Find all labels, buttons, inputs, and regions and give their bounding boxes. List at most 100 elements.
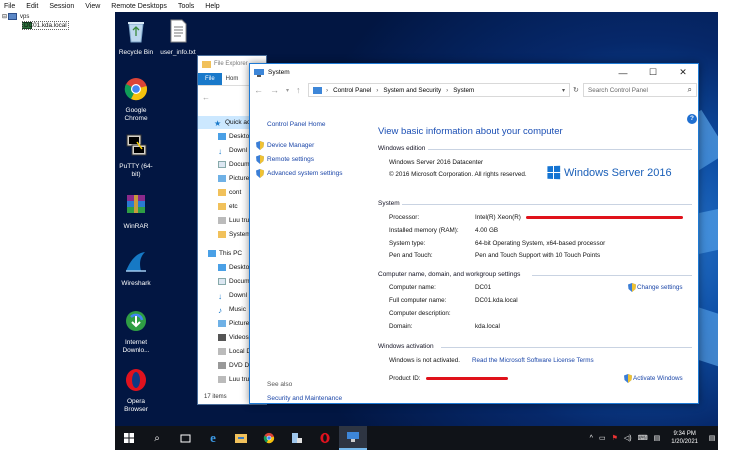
ie-icon: e xyxy=(210,430,216,445)
explorer-status: 17 items xyxy=(204,394,227,400)
search-placeholder: Search Control Panel xyxy=(588,86,648,94)
tree-group-vps[interactable]: ⊟ vps xyxy=(2,13,29,20)
address-dropdown-icon[interactable]: ▾ xyxy=(562,87,565,94)
explorer-tab-home[interactable]: Hom xyxy=(222,73,243,85)
taskbar-task-view[interactable] xyxy=(171,426,199,450)
computer-name-label: Computer name: xyxy=(389,284,436,291)
desktop-icon-winrar[interactable]: WinRAR xyxy=(115,192,157,231)
clock-date: 1/20/2021 xyxy=(671,439,698,445)
chevron-up-icon[interactable]: ^ xyxy=(590,435,593,442)
opera-icon xyxy=(320,432,330,444)
menu-help[interactable]: Help xyxy=(205,3,219,10)
system-window[interactable]: System — ☐ ✕ ← → ▾ ↑ › Control Panel › S… xyxy=(249,63,699,404)
videos-icon xyxy=(218,334,226,341)
breadcrumb-chevron-icon: › xyxy=(376,86,379,94)
up-arrow-icon[interactable]: ↑ xyxy=(296,85,301,95)
address-bar[interactable]: › Control Panel › System and Security › … xyxy=(308,83,570,97)
advanced-system-settings-link[interactable]: Advanced system settings xyxy=(267,170,343,177)
volume-icon[interactable]: ◁) xyxy=(624,434,632,442)
menu-edit[interactable]: Edit xyxy=(26,3,38,10)
download-icon: ↓ xyxy=(218,292,222,301)
flag-alert-icon[interactable]: ⚑ xyxy=(612,434,618,442)
section-divider xyxy=(441,347,692,348)
system-type-value: 64-bit Operating System, x64-based proce… xyxy=(475,240,606,247)
redaction-mark xyxy=(426,377,508,380)
desktop-icon-label: Google Chrome xyxy=(124,107,148,122)
taskbar-file-explorer[interactable] xyxy=(227,426,255,450)
taskbar-clock[interactable]: 9:34 PM 1/20/2021 xyxy=(671,430,698,446)
taskbar-system-window[interactable] xyxy=(339,426,367,450)
windows-logo-icon xyxy=(547,165,561,180)
menu-view[interactable]: View xyxy=(85,3,100,10)
search-input[interactable]: Search Control Panel ⌕ xyxy=(583,83,697,97)
rdm-status-strip xyxy=(0,450,730,466)
back-arrow-icon[interactable]: ← xyxy=(202,93,210,102)
control-panel-icon xyxy=(347,432,359,442)
system-title: System xyxy=(268,69,290,76)
taskbar-ie[interactable]: e xyxy=(199,426,227,450)
menu-tools[interactable]: Tools xyxy=(178,3,194,10)
change-settings-link[interactable]: Change settings xyxy=(637,284,683,291)
refresh-icon[interactable]: ↻ xyxy=(573,83,583,97)
domain-value: kda.local xyxy=(475,323,500,330)
collapse-icon[interactable]: ⊟ xyxy=(2,13,7,20)
desktop-icon-putty[interactable]: PuTTY (64-bit) xyxy=(115,132,157,179)
file-explorer-icon xyxy=(235,434,247,443)
device-manager-link[interactable]: Device Manager xyxy=(267,142,314,149)
notification-button[interactable]: ▤ xyxy=(706,426,718,450)
desktop-icon-opera[interactable]: Opera Browser xyxy=(115,367,157,414)
network-icon[interactable]: ▭ xyxy=(599,434,606,442)
taskbar-server-manager[interactable] xyxy=(283,426,311,450)
close-button[interactable]: ✕ xyxy=(668,64,698,81)
menu-session[interactable]: Session xyxy=(49,3,74,10)
tree-server-label: DC01.kda.local xyxy=(22,21,69,30)
desktop-icon-idm[interactable]: Internet Downlo... xyxy=(115,308,157,355)
security-maintenance-link[interactable]: Security and Maintenance xyxy=(267,395,342,402)
full-name-value: DC01.kda.local xyxy=(475,297,518,304)
keyboard-icon[interactable]: ⌨ xyxy=(638,434,648,442)
edition-copyright: © 2016 Microsoft Corporation. All rights… xyxy=(389,171,527,178)
explorer-tab-file[interactable]: File xyxy=(198,73,222,85)
folder-icon xyxy=(218,189,226,196)
taskbar-opera[interactable] xyxy=(311,426,339,450)
documents-icon xyxy=(218,161,226,168)
breadcrumb-control-panel[interactable]: Control Panel xyxy=(333,87,371,94)
minimize-button[interactable]: — xyxy=(608,64,638,81)
notification-icon: ▤ xyxy=(708,435,716,442)
forward-arrow-icon[interactable]: → xyxy=(270,85,279,95)
section-divider xyxy=(428,149,692,150)
pen-touch-value: Pen and Touch Support with 10 Touch Poin… xyxy=(475,252,601,259)
menu-remote-desktops[interactable]: Remote Desktops xyxy=(111,3,167,10)
computer-name-value: DC01 xyxy=(475,284,492,291)
recent-dropdown-icon[interactable]: ▾ xyxy=(286,87,289,94)
help-icon[interactable]: ? xyxy=(687,114,697,124)
license-terms-link[interactable]: Read the Microsoft Software License Term… xyxy=(472,357,594,364)
taskbar-chrome[interactable] xyxy=(255,426,283,450)
pen-touch-label: Pen and Touch: xyxy=(389,252,433,259)
rdm-menu-bar: File Edit Session View Remote Desktops T… xyxy=(0,0,730,12)
tree-item-server[interactable]: DC01.kda.local xyxy=(22,21,69,30)
rdm-right-margin xyxy=(718,12,730,450)
windows-server-logo-text: Windows Server 2016 xyxy=(564,166,672,179)
windows-server-logo: Windows Server 2016 xyxy=(547,165,672,180)
server-tray-icon[interactable]: ▤ xyxy=(654,434,661,442)
connection-tree: ⊟ vps DC01.kda.local xyxy=(0,12,115,466)
start-button[interactable] xyxy=(115,426,143,450)
desktop-icon-label: Opera Browser xyxy=(124,398,148,413)
winrar-icon xyxy=(127,195,145,213)
taskbar-search[interactable]: ⌕ xyxy=(143,426,171,450)
back-arrow-icon[interactable]: ← xyxy=(254,85,263,95)
control-panel-home-link[interactable]: Control Panel Home xyxy=(267,121,326,128)
maximize-button[interactable]: ☐ xyxy=(638,64,668,81)
remote-settings-link[interactable]: Remote settings xyxy=(267,156,314,163)
breadcrumb-system-security[interactable]: System and Security xyxy=(383,87,441,94)
desktop-icon-wireshark[interactable]: Wireshark xyxy=(115,249,157,288)
desktop-icon-chrome[interactable]: Google Chrome xyxy=(115,76,157,123)
shield-icon xyxy=(256,155,264,164)
opera-icon xyxy=(126,369,146,391)
breadcrumb-system[interactable]: System xyxy=(453,87,474,94)
desktop-icon-user-info[interactable]: user_info.txt xyxy=(157,18,199,57)
menu-file[interactable]: File xyxy=(4,3,15,10)
remote-desktop[interactable]: Recycle Bin user_info.txt Google Chrome … xyxy=(115,12,718,426)
desktop-icon-recycle-bin[interactable]: Recycle Bin xyxy=(115,18,157,57)
